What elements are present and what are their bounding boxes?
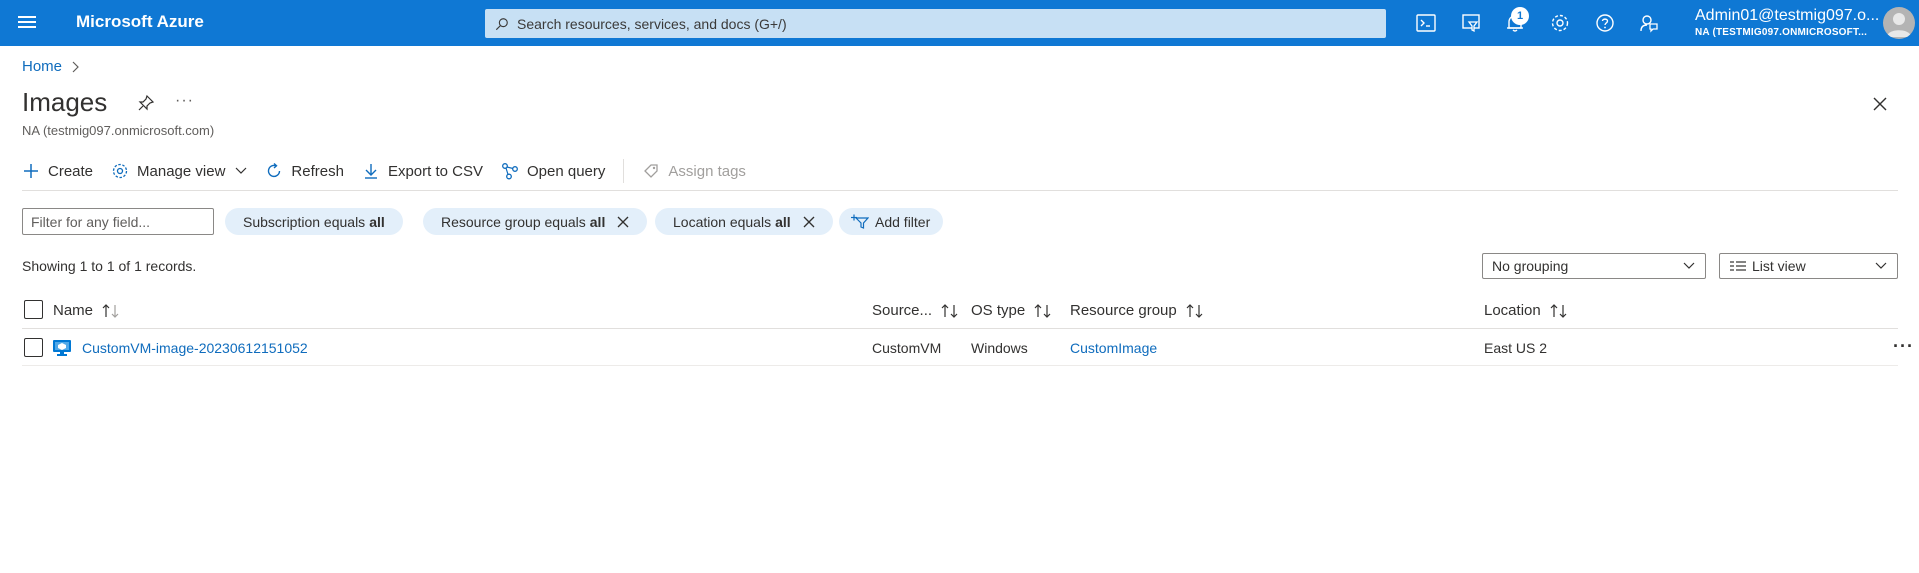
row-checkbox[interactable] xyxy=(24,338,43,357)
assign-tags-label: Assign tags xyxy=(668,162,746,180)
assign-tags-button[interactable]: Assign tags xyxy=(642,162,746,180)
plus-icon xyxy=(24,164,38,178)
sort-icon xyxy=(941,303,958,318)
close-icon[interactable] xyxy=(617,216,629,228)
directory-filter-icon[interactable] xyxy=(1460,12,1482,34)
sort-icon xyxy=(1034,303,1051,318)
brand-title[interactable]: Microsoft Azure xyxy=(76,12,204,32)
subscription-filter-label: Subscription equals xyxy=(243,213,366,230)
search-input[interactable] xyxy=(517,15,1377,32)
resource-group-filter-pill[interactable]: Resource group equals all xyxy=(423,208,648,235)
toolbar-divider-line xyxy=(22,190,1898,191)
close-icon[interactable] xyxy=(803,216,815,228)
column-header-os-type[interactable]: OS type xyxy=(971,302,1053,319)
image-resource-icon xyxy=(53,340,71,356)
export-csv-button[interactable]: Export to CSV xyxy=(362,162,483,180)
help-icon[interactable] xyxy=(1594,12,1616,34)
sort-icon xyxy=(1550,303,1567,318)
column-header-name[interactable]: Name xyxy=(53,302,121,319)
row-more-button[interactable]: ··· xyxy=(1893,336,1914,357)
breadcrumb-home[interactable]: Home xyxy=(22,58,62,75)
portal-menu-button[interactable] xyxy=(16,13,38,33)
breadcrumb: Home xyxy=(22,58,80,75)
tag-icon xyxy=(644,164,659,178)
location-filter-value: all xyxy=(775,213,791,230)
column-header-location[interactable]: Location xyxy=(1484,302,1569,319)
location-cell: East US 2 xyxy=(1484,340,1548,356)
add-filter-button[interactable]: Add filter xyxy=(839,208,944,235)
account-name: Admin01@testmig097.o... xyxy=(1695,7,1880,24)
filter-input[interactable] xyxy=(22,208,214,235)
top-bar: Microsoft Azure 1 Admin01@testmig097.o..… xyxy=(0,0,1919,46)
location-filter-pill[interactable]: Location equals all xyxy=(655,208,833,235)
column-location-label: Location xyxy=(1484,302,1541,319)
global-search[interactable] xyxy=(485,9,1386,38)
resource-group-filter-label: Resource group equals xyxy=(441,213,586,230)
subscription-filter-pill[interactable]: Subscription equals all xyxy=(225,208,403,235)
toolbar-divider xyxy=(623,159,625,183)
view-value: List view xyxy=(1752,258,1806,274)
list-view-icon xyxy=(1730,261,1746,271)
page-subtitle: NA (testmig097.onmicrosoft.com) xyxy=(22,123,215,138)
notification-badge: 1 xyxy=(1511,7,1529,25)
gear-icon xyxy=(112,163,128,179)
image-name-link[interactable]: CustomVM-image-20230612151052 xyxy=(82,340,308,356)
download-icon xyxy=(364,164,377,179)
manage-view-label: Manage view xyxy=(137,162,226,180)
column-header-resource-group[interactable]: Resource group xyxy=(1070,302,1205,319)
column-source-label: Source... xyxy=(872,302,933,319)
subscription-filter-value: all xyxy=(369,213,385,230)
gear-icon[interactable] xyxy=(1549,12,1571,34)
resource-group-filter-value: all xyxy=(589,213,606,230)
export-csv-label: Export to CSV xyxy=(387,162,483,180)
os-type-cell: Windows xyxy=(971,340,1028,356)
grouping-dropdown[interactable]: No grouping xyxy=(1482,253,1706,279)
table-header: Name Source... OS type Resource group Lo… xyxy=(22,297,1898,329)
sort-icon xyxy=(1186,303,1203,318)
query-icon xyxy=(502,163,518,180)
open-query-button[interactable]: Open query xyxy=(501,162,605,180)
more-options-button[interactable]: ··· xyxy=(175,92,194,110)
sort-asc-icon xyxy=(102,303,119,318)
add-filter-icon xyxy=(851,214,869,229)
chevron-down-icon xyxy=(1875,262,1887,269)
create-label: Create xyxy=(48,162,94,180)
page-title: Images xyxy=(22,87,108,117)
avatar[interactable] xyxy=(1883,7,1915,39)
chevron-down-icon xyxy=(235,167,247,174)
user-icon xyxy=(1887,13,1911,37)
cloud-shell-icon[interactable] xyxy=(1415,12,1437,34)
open-query-label: Open query xyxy=(527,162,606,180)
grouping-value: No grouping xyxy=(1492,258,1569,274)
chevron-right-icon xyxy=(72,61,79,72)
source-cell: CustomVM xyxy=(872,340,942,356)
chevron-down-icon xyxy=(1683,262,1695,269)
column-name-label: Name xyxy=(53,302,94,319)
records-count: Showing 1 to 1 of 1 records. xyxy=(22,258,197,274)
refresh-label: Refresh xyxy=(291,162,344,180)
refresh-icon xyxy=(268,162,281,178)
select-all-checkbox[interactable] xyxy=(24,300,43,319)
pin-icon[interactable] xyxy=(137,94,155,112)
view-dropdown[interactable]: List view xyxy=(1719,253,1898,279)
search-icon xyxy=(495,17,508,30)
command-bar: Create Manage view Refresh Export to CSV… xyxy=(22,158,764,184)
add-filter-label: Add filter xyxy=(875,213,931,230)
create-button[interactable]: Create xyxy=(22,162,93,180)
resource-group-link[interactable]: CustomImage xyxy=(1070,340,1157,356)
feedback-icon[interactable] xyxy=(1638,12,1660,34)
table-row[interactable]: CustomVM-image-20230612151052 CustomVM W… xyxy=(22,331,1913,366)
account-tenant: NA (TESTMIG097.ONMICROSOFT... xyxy=(1695,27,1868,38)
manage-view-button[interactable]: Manage view xyxy=(111,162,247,180)
account-menu[interactable]: Admin01@testmig097.o... NA (TESTMIG097.O… xyxy=(1695,7,1879,38)
column-resource-group-label: Resource group xyxy=(1070,302,1177,319)
column-os-type-label: OS type xyxy=(971,302,1026,319)
location-filter-label: Location equals xyxy=(673,213,772,230)
column-header-source[interactable]: Source... xyxy=(872,302,960,319)
refresh-button[interactable]: Refresh xyxy=(265,162,344,180)
close-icon[interactable] xyxy=(1870,94,1890,114)
